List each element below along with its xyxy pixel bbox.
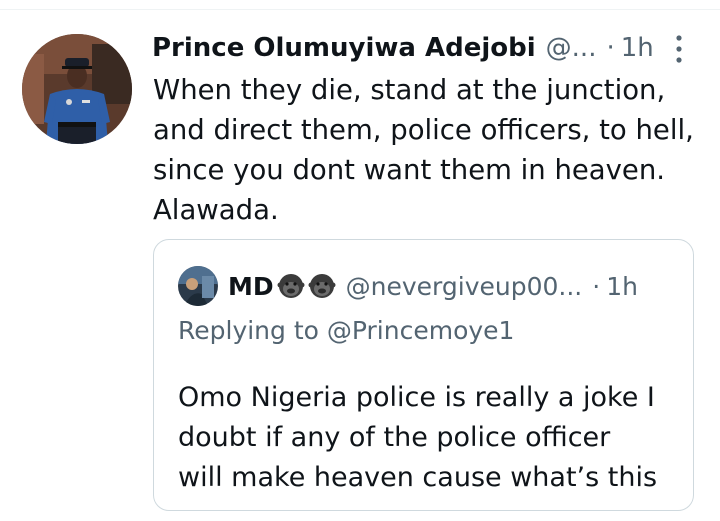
tweet-text-line: since you dont want them in heaven.: [153, 154, 666, 186]
quoted-tweet-card[interactable]: MD @nevergiveup00... · 1h Replying to @P…: [153, 239, 694, 511]
tweet-text: When they die, stand at the junction, an…: [153, 70, 694, 230]
police-officer-avatar-image: [22, 34, 132, 144]
vertical-ellipsis-icon[interactable]: [668, 31, 690, 67]
quoted-handle[interactable]: @nevergiveup00...: [346, 272, 583, 301]
quoted-avatar-image: [178, 266, 218, 306]
quoted-text-line: will make heaven cause what’s this: [178, 462, 658, 493]
gorilla-emoji-icon: [277, 272, 305, 300]
timestamp[interactable]: 1h: [621, 33, 654, 63]
tweet-text-line: Alawada.: [153, 194, 279, 226]
quoted-avatar: [178, 266, 218, 306]
quoted-display-name[interactable]: MD: [228, 272, 274, 301]
display-name[interactable]: Prince Olumuyiwa Adejobi: [152, 33, 536, 63]
replying-to-label[interactable]: Replying to @Princemoye1: [178, 316, 514, 345]
separator-dot: ·: [606, 33, 615, 63]
tweet[interactable]: Prince Olumuyiwa Adejobi @... · 1h When …: [0, 10, 720, 521]
quoted-timestamp[interactable]: 1h: [606, 272, 638, 301]
tweet-text-line: and direct them, police officers, to hel…: [153, 114, 694, 146]
top-divider: [0, 0, 720, 10]
quoted-tweet-text: Omo Nigeria police is really a joke I do…: [178, 378, 678, 498]
gorilla-emoji-icon: [308, 272, 336, 300]
handle[interactable]: @...: [546, 33, 597, 63]
quoted-header: MD @nevergiveup00... · 1h: [228, 266, 638, 306]
tweet-header: Prince Olumuyiwa Adejobi @... · 1h: [152, 28, 692, 68]
quoted-separator-dot: ·: [592, 271, 601, 301]
tweet-text-line: When they die, stand at the junction,: [153, 74, 666, 106]
quoted-text-line: doubt if any of the police officer: [178, 422, 611, 453]
avatar[interactable]: [22, 34, 132, 144]
quoted-text-line: Omo Nigeria police is really a joke I: [178, 382, 655, 413]
